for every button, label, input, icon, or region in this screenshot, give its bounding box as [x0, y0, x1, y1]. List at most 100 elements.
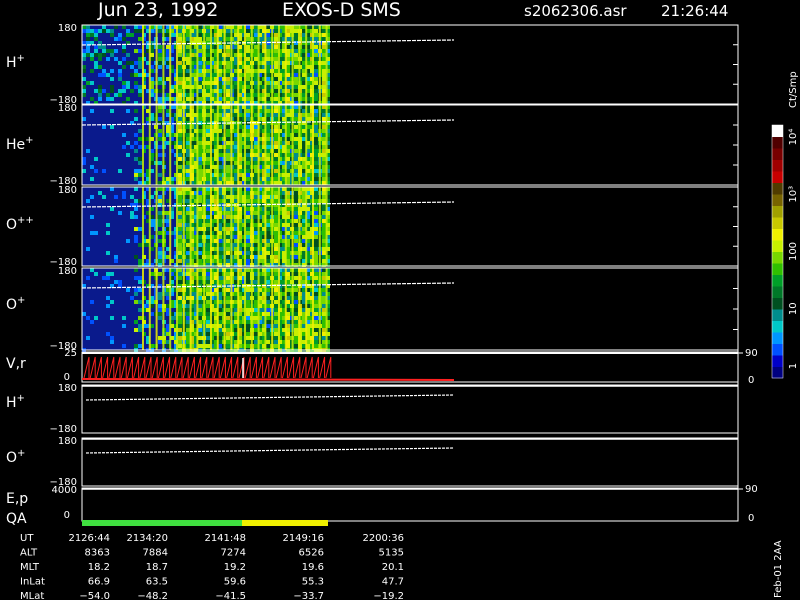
cell-alt-2: 7274	[221, 548, 246, 559]
spectrogram-stripe	[298, 25, 301, 104]
spectrogram-cell	[322, 280, 326, 284]
spectrogram-cell	[178, 133, 182, 137]
spectrogram-cell	[322, 49, 326, 53]
spectrogram-cell	[186, 219, 190, 223]
spectrogram-cell	[186, 308, 190, 312]
spectrogram-cell	[294, 57, 298, 61]
spectrogram-cell	[178, 81, 182, 85]
spectrogram-cell	[314, 312, 318, 316]
spectrogram-cell	[322, 316, 326, 320]
spectrogram-cell	[94, 33, 98, 37]
spectrogram-cell	[186, 25, 190, 29]
spectrogram-cell	[134, 268, 138, 272]
spectrogram-cell	[294, 85, 298, 89]
spectrogram-stripe	[182, 187, 185, 266]
spectrogram-cell	[178, 211, 182, 215]
spectrogram-cell	[186, 45, 190, 49]
spectrogram-cell	[314, 33, 318, 37]
spectrogram-stripe	[210, 187, 212, 266]
spectrogram-cell	[246, 85, 250, 89]
spectrogram-cell	[254, 292, 258, 296]
spectrogram-cell	[186, 304, 190, 308]
spectrogram-cell	[274, 153, 278, 157]
cell-inlat-0: 66.9	[88, 577, 110, 588]
spectrogram-cell	[314, 296, 318, 300]
spectrogram-cell	[186, 33, 190, 37]
spectrogram-cell	[198, 280, 202, 284]
spectrogram-cell	[322, 292, 326, 296]
spectrogram-cell	[294, 33, 298, 37]
spectrogram-cell	[186, 344, 190, 348]
spectrogram-cell	[178, 199, 182, 203]
spectrogram-cell	[322, 149, 326, 153]
spectrogram-cell	[246, 113, 250, 117]
spectrogram-cell	[198, 211, 202, 215]
spectrogram-stripe	[318, 105, 321, 185]
spectrogram-cell	[186, 57, 190, 61]
spectrogram-cell	[274, 259, 278, 263]
spectrogram-cell	[198, 57, 202, 61]
spectrogram-cell	[106, 73, 110, 77]
spectrogram-cell	[226, 129, 230, 133]
spectrogram-stripe	[284, 187, 287, 266]
spectrogram-stripe	[250, 25, 253, 104]
spectrogram-cell	[254, 169, 258, 173]
spectrogram-stripe	[169, 25, 172, 104]
spectrogram-cell	[186, 161, 190, 165]
spectrogram-cell	[134, 169, 138, 173]
spectrogram-cell	[314, 219, 318, 223]
spectrogram-cell	[198, 81, 202, 85]
spectrogram-cell	[82, 49, 86, 53]
spectrogram-cell	[158, 65, 162, 69]
spectrogram-cell	[246, 259, 250, 263]
spectrogram-cell	[118, 33, 122, 37]
spectrogram-cell	[198, 304, 202, 308]
spectrogram-cell	[178, 316, 182, 320]
spectrogram-cell	[86, 49, 90, 53]
spectrogram-cell	[254, 69, 258, 73]
spectrogram-cell	[266, 300, 270, 304]
spectrogram-cell	[226, 328, 230, 332]
spectrogram-stripe	[257, 105, 260, 185]
spectrogram-cell	[178, 173, 182, 177]
spectrogram-cell	[186, 231, 190, 235]
spectrogram-cell	[198, 191, 202, 195]
colorbar-swatch	[772, 228, 783, 241]
spectrogram-cell	[186, 29, 190, 33]
spectrogram-cell	[186, 53, 190, 57]
row-label-alt: ALT	[20, 548, 38, 559]
spectrogram-cell	[186, 235, 190, 239]
spectrogram-stripe	[298, 187, 301, 266]
spectrogram-cell	[314, 113, 318, 117]
spectrogram-cell	[274, 288, 278, 292]
spectrogram-cell	[266, 259, 270, 263]
spectrogram-cell	[274, 81, 278, 85]
spectrogram-cell	[246, 61, 250, 65]
spectrogram-stripe	[148, 268, 151, 350]
spectrogram-stripe	[244, 268, 246, 350]
spectrogram-cell	[198, 181, 202, 185]
spectrogram-cell	[226, 231, 230, 235]
spectrogram-cell	[114, 49, 118, 53]
colorbar-swatch	[772, 194, 783, 206]
spectrogram-cell	[274, 69, 278, 73]
spectrogram-cell	[158, 336, 162, 340]
spectrogram-cell	[266, 73, 270, 77]
velocity-sawtooth	[300, 356, 307, 379]
spectrogram-cell	[246, 344, 250, 348]
spectrogram-cell	[294, 288, 298, 292]
spectrogram-cell	[274, 113, 278, 117]
spectrogram-cell	[294, 199, 298, 203]
spectrogram-cell	[226, 117, 230, 121]
spectrogram-cell	[254, 215, 258, 219]
spectrogram-cell	[206, 157, 210, 161]
spectrogram-cell	[266, 137, 270, 141]
spectrogram-cell	[86, 53, 90, 57]
spectrogram-cell	[254, 316, 258, 320]
velocity-sawtooth	[319, 356, 326, 379]
velocity-sawtooth	[157, 356, 164, 379]
spectrogram-cell	[186, 191, 190, 195]
spectrogram-cell	[246, 316, 250, 320]
spectrogram-cell	[322, 89, 326, 93]
spectrogram-cell	[254, 113, 258, 117]
